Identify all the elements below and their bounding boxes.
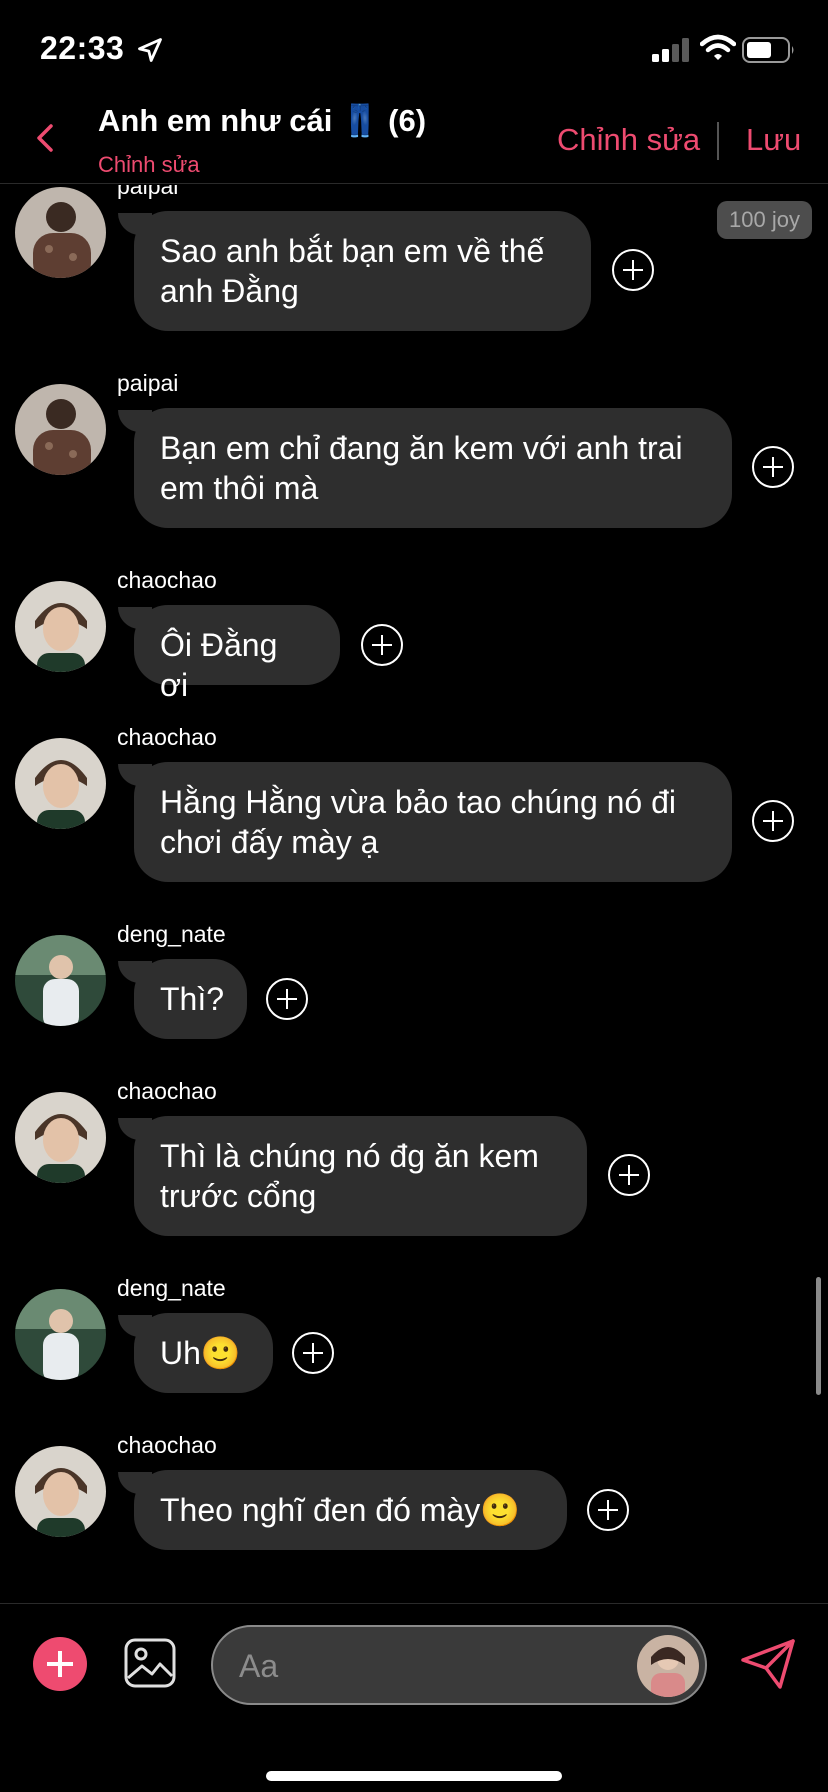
sender-name: paipai [117, 185, 179, 199]
scrollbar[interactable] [816, 1277, 821, 1395]
location-arrow-icon [138, 38, 162, 62]
message-text-line: anh Đằng [160, 273, 299, 309]
message-input[interactable] [239, 1643, 619, 1689]
message-text-line: em thôi mà [160, 470, 319, 506]
message-bubble[interactable]: Theo nghĩ đen đó mày🙂 [118, 1470, 567, 1550]
add-reaction-button[interactable] [752, 446, 794, 488]
message-bubble[interactable]: Sao anh bắt bạn em về thế anh Đằng [118, 211, 591, 331]
sender-name: deng_nate [117, 921, 226, 947]
cellular-signal-icon [652, 38, 689, 62]
message-text-line: chơi đấy mày ạ [160, 824, 379, 860]
add-reaction-button[interactable] [361, 624, 403, 666]
add-reaction-button[interactable] [608, 1154, 650, 1196]
sender-name: chaochao [117, 1078, 217, 1104]
message-input-field[interactable] [211, 1625, 707, 1705]
chat-title[interactable]: Anh em như cái 👖 (6) [98, 102, 426, 139]
wifi-icon [700, 34, 736, 60]
avatar-chaochao[interactable] [15, 1092, 106, 1183]
battery-icon [742, 37, 794, 63]
add-reaction-button[interactable] [266, 978, 308, 1020]
message-bubble[interactable]: Thì? [118, 959, 247, 1039]
avatar-paipai[interactable] [15, 187, 106, 278]
avatar-deng-nate[interactable] [15, 935, 106, 1026]
add-reaction-button[interactable] [587, 1489, 629, 1531]
message-text-line: Sao anh bắt bạn em về thế [160, 233, 545, 269]
joy-badge: 100 joy [717, 201, 812, 239]
sender-name: chaochao [117, 1432, 217, 1458]
sender-name: deng_nate [117, 1275, 226, 1301]
message-bubble[interactable]: Hằng Hằng vừa bảo tao chúng nó đi chơi đ… [118, 762, 732, 882]
message-text-line: Theo nghĩ đen đó mày🙂 [160, 1492, 521, 1528]
add-reaction-button[interactable] [292, 1332, 334, 1374]
message-text-line: Bạn em chỉ đang ăn kem với anh trai [160, 430, 683, 466]
message-bubble[interactable]: Ôi Đằng ơi [118, 605, 340, 703]
message-text-line: Thì là chúng nó đg ăn kem [160, 1138, 539, 1174]
message-text-line: trước cổng [160, 1178, 317, 1214]
sender-name: chaochao [117, 567, 217, 593]
sender-avatar[interactable] [637, 1635, 699, 1697]
chat-screen: 22:33 Anh em như cái 👖 (6) Chỉnh sửa Chỉ… [0, 0, 828, 1792]
message-text-line: Hằng Hằng vừa bảo tao chúng nó đi [160, 784, 677, 820]
message-composer [0, 1603, 828, 1792]
add-reaction-button[interactable] [612, 249, 654, 291]
image-icon[interactable] [124, 1638, 176, 1688]
send-icon[interactable] [740, 1638, 796, 1690]
status-time: 22:33 [40, 30, 125, 66]
avatar-deng-nate[interactable] [15, 1289, 106, 1380]
message-text-line: Ôi Đằng ơi [160, 627, 278, 703]
message-text-line: Thì? [160, 981, 225, 1017]
avatar-chaochao[interactable] [15, 581, 106, 672]
message-list[interactable]: 100 joy paipai Sao anh bắt bạn em về thế… [0, 185, 828, 1603]
add-reaction-button[interactable] [752, 800, 794, 842]
avatar-chaochao[interactable] [15, 738, 106, 829]
message-bubble[interactable]: Uh🙂 [118, 1313, 273, 1393]
save-button[interactable]: Lưu [746, 122, 801, 158]
chat-subtitle[interactable]: Chỉnh sửa [98, 152, 200, 178]
message-bubble[interactable]: Bạn em chỉ đang ăn kem với anh trai em t… [118, 408, 732, 528]
avatar-chaochao[interactable] [15, 1446, 106, 1537]
sender-name: chaochao [117, 724, 217, 750]
back-chevron-icon[interactable] [30, 118, 60, 158]
edit-button[interactable]: Chỉnh sửa [557, 122, 700, 158]
sender-name: paipai [117, 370, 179, 396]
chat-header: Anh em như cái 👖 (6) Chỉnh sửa Chỉnh sửa… [0, 100, 828, 184]
header-divider [717, 122, 719, 160]
status-bar: 22:33 [0, 0, 828, 100]
home-indicator [266, 1771, 562, 1781]
add-attachment-button[interactable] [33, 1637, 87, 1691]
message-text-line: Uh🙂 [160, 1335, 241, 1371]
message-bubble[interactable]: Thì là chúng nó đg ăn kem trước cổng [118, 1116, 587, 1236]
avatar-paipai[interactable] [15, 384, 106, 475]
